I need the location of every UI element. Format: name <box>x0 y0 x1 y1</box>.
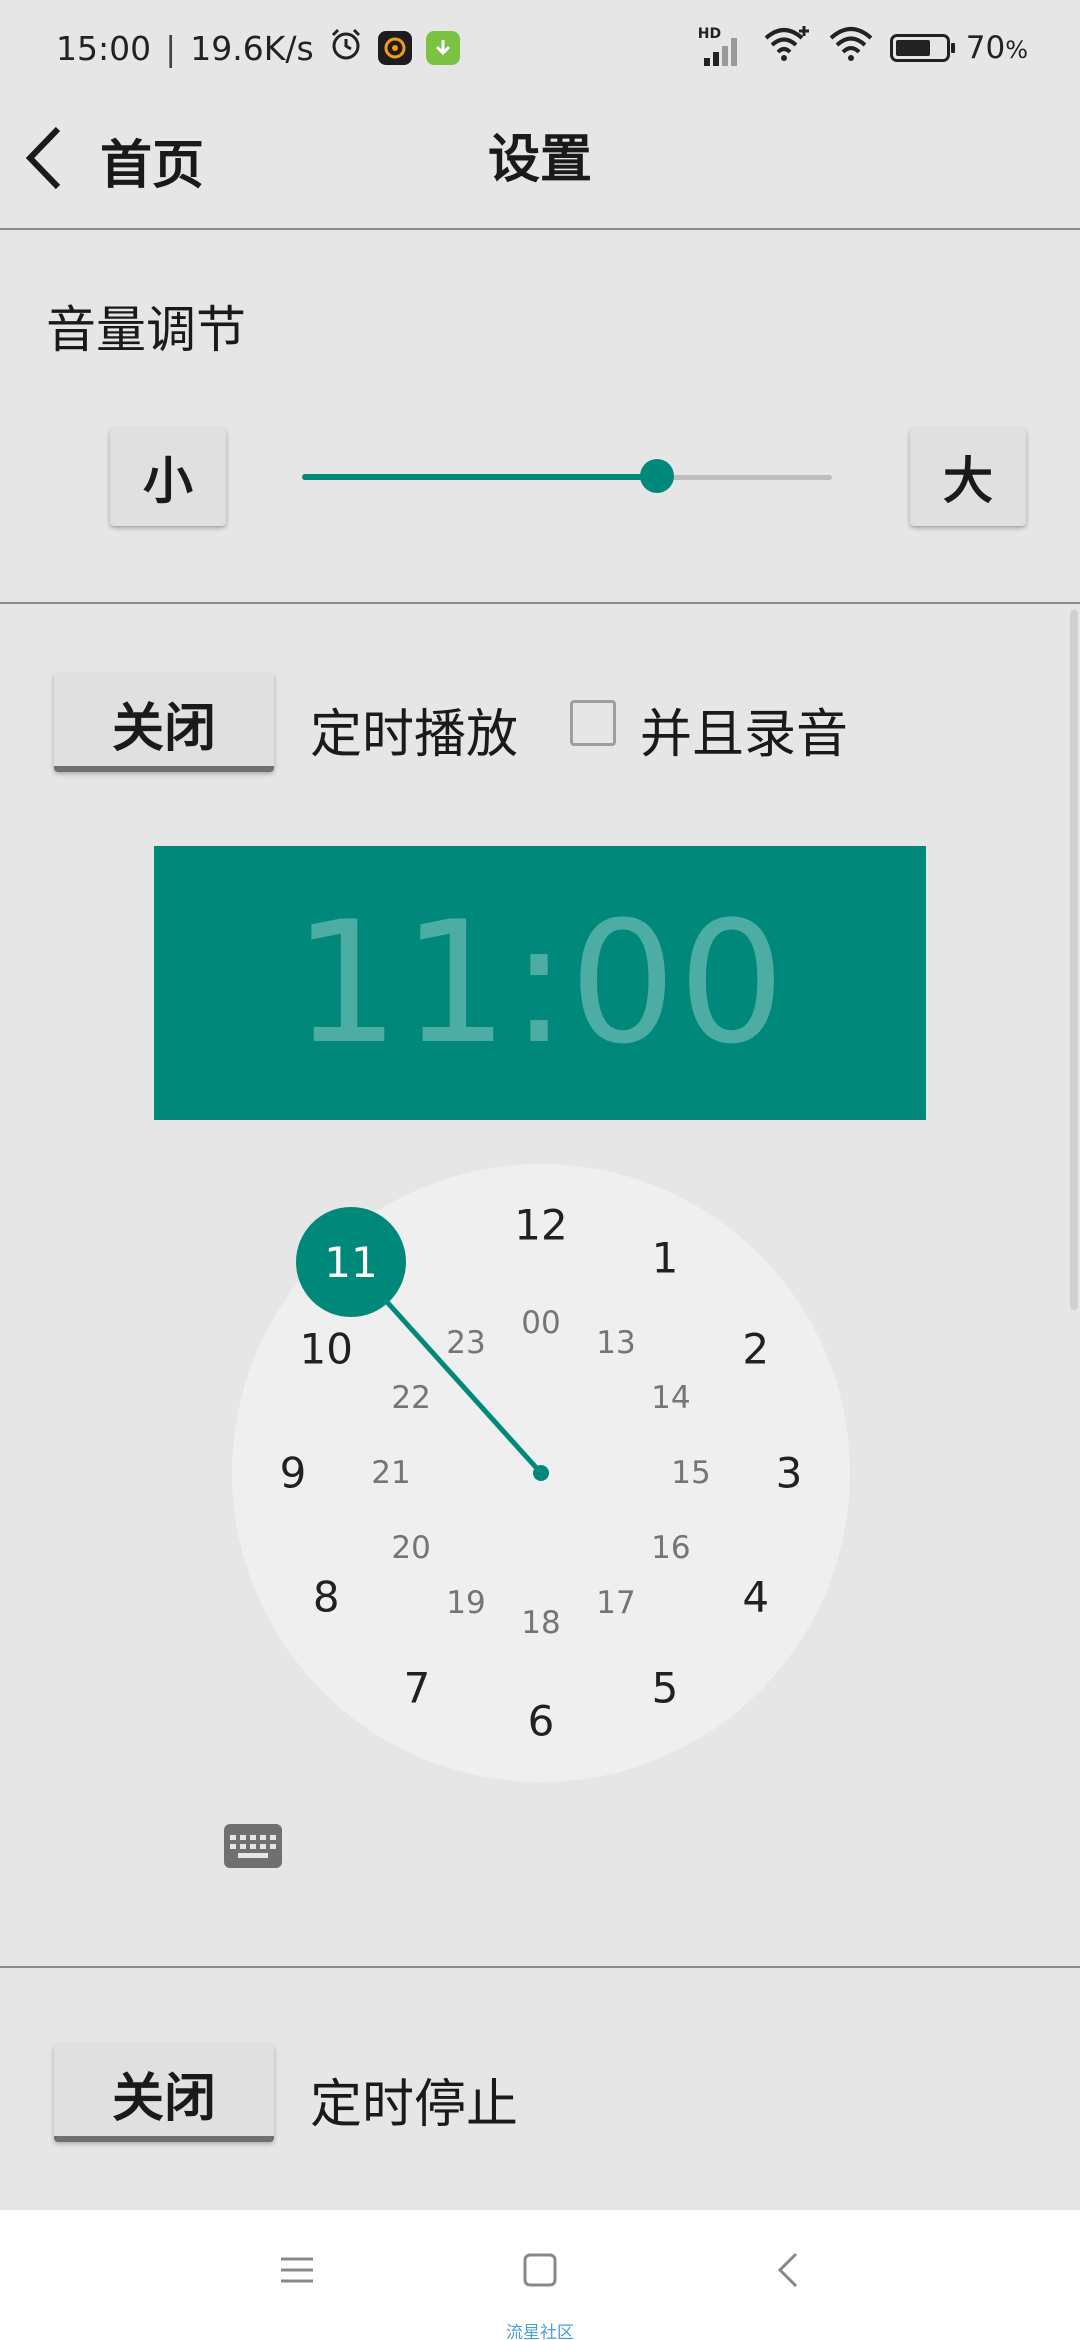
battery-icon <box>889 34 955 62</box>
timed-play-label: 定时播放 <box>310 705 519 765</box>
alarm-icon <box>328 26 364 70</box>
keyboard-icon[interactable] <box>224 1824 282 1868</box>
timed-stop-section: 关闭 定时停止 <box>0 1966 1080 2212</box>
keyboard-key <box>230 1843 236 1849</box>
keyboard-key <box>270 1843 276 1849</box>
selected-hour[interactable]: 11 <box>296 1207 406 1317</box>
cellular-signal-icon: HD <box>698 26 746 68</box>
back-button[interactable]: 首页 <box>22 120 204 200</box>
settings-screen: 15:00 | 19.6K/s HD 70% 设置 首页 音量调节 小 大 关闭… <box>0 0 1080 2340</box>
clock-hour-inner-00[interactable]: 00 <box>521 1305 560 1341</box>
timed-play-toggle-button[interactable]: 关闭 <box>54 674 274 772</box>
volume-increase-button[interactable]: 大 <box>910 428 1026 526</box>
clock-hour-1[interactable]: 1 <box>652 1234 679 1283</box>
wifi-plus-icon <box>762 24 812 72</box>
keyboard-spacebar <box>238 1852 268 1858</box>
keyboard-key <box>250 1834 256 1840</box>
system-nav-bar: 流星社区 <box>0 2210 1080 2340</box>
volume-section: 音量调节 小 大 <box>0 230 1080 604</box>
keyboard-key <box>260 1834 266 1840</box>
keyboard-key <box>250 1843 256 1849</box>
slider-thumb[interactable] <box>640 459 674 493</box>
battery-fill <box>895 40 930 56</box>
record-checkbox[interactable] <box>570 700 616 746</box>
keyboard-row <box>230 1834 276 1840</box>
clock-hour-inner-15[interactable]: 15 <box>671 1455 710 1491</box>
watermark: 流星社区 <box>506 2323 574 2340</box>
clock-hour-9[interactable]: 9 <box>280 1449 307 1498</box>
timed-stop-toggle-button[interactable]: 关闭 <box>54 2044 274 2142</box>
clock-hour-inner-21[interactable]: 21 <box>371 1455 410 1491</box>
clock-hour-12[interactable]: 12 <box>514 1201 567 1250</box>
clock-hour-inner-17[interactable]: 17 <box>596 1585 635 1621</box>
header: 设置 首页 <box>0 96 1080 230</box>
time-display[interactable]: 11:00 <box>154 846 926 1120</box>
slider-fill <box>302 474 657 480</box>
clock-hour-7[interactable]: 7 <box>404 1663 431 1712</box>
keyboard-row <box>230 1843 276 1849</box>
record-label: 并且录音 <box>640 705 849 765</box>
clock-hour-inner-20[interactable]: 20 <box>391 1530 430 1566</box>
home-icon[interactable] <box>500 2240 580 2300</box>
app-notification-icon <box>377 31 412 65</box>
volume-label: 音量调节 <box>46 301 246 359</box>
clock-hour-inner-13[interactable]: 13 <box>596 1325 635 1361</box>
status-separator: | <box>165 28 177 68</box>
clock-hour-6[interactable]: 6 <box>528 1697 555 1746</box>
keyboard-key <box>270 1834 276 1840</box>
battery-value: 70 <box>965 30 1006 66</box>
keyboard-key <box>240 1843 246 1849</box>
clock-hour-inner-22[interactable]: 22 <box>391 1380 430 1416</box>
back-label: 首页 <box>100 135 205 196</box>
clock-hour-inner-18[interactable]: 18 <box>521 1605 560 1641</box>
clock-hour-8[interactable]: 8 <box>313 1573 340 1622</box>
clock-hour-inner-16[interactable]: 16 <box>651 1530 690 1566</box>
status-right: HD 70% <box>698 22 1028 74</box>
volume-decrease-button[interactable]: 小 <box>110 428 226 526</box>
clock-hour-inner-19[interactable]: 19 <box>446 1585 485 1621</box>
network-speed: 19.6K/s <box>190 28 314 68</box>
battery-unit: % <box>1005 36 1028 64</box>
status-time: 15:00 <box>56 28 152 68</box>
clock-center-dot <box>533 1465 549 1481</box>
clock-hour-2[interactable]: 2 <box>742 1325 769 1374</box>
volume-slider[interactable] <box>302 459 832 493</box>
clock-hour-4[interactable]: 4 <box>742 1573 769 1622</box>
keyboard-row <box>238 1852 268 1858</box>
clock-hour-10[interactable]: 10 <box>299 1325 352 1374</box>
clock-hour-inner-14[interactable]: 14 <box>651 1380 690 1416</box>
keyboard-key <box>260 1843 266 1849</box>
clock-hour-inner-23[interactable]: 23 <box>446 1325 485 1361</box>
timed-stop-label: 定时停止 <box>310 2075 519 2135</box>
keyboard-key <box>230 1834 236 1840</box>
timed-play-section: 关闭 定时播放 并且录音 11:00 12 1 2 3 4 5 6 7 8 9 10 00 13 14 15… <box>0 604 1080 1968</box>
status-bar: 15:00 | 19.6K/s HD 70% <box>0 0 1080 96</box>
download-icon <box>425 31 460 65</box>
clock-hour-3[interactable]: 3 <box>776 1449 803 1498</box>
keyboard-key <box>240 1834 246 1840</box>
menu-icon[interactable] <box>257 2240 337 2300</box>
time-display-text: 11:00 <box>292 885 788 1081</box>
battery-percentage: 70% <box>966 30 1028 66</box>
clock-dial[interactable]: 12 1 2 3 4 5 6 7 8 9 10 00 13 14 15 16 17 18 19 20 21 22 23 11 <box>232 1164 850 1782</box>
clock-hour-5[interactable]: 5 <box>652 1663 679 1712</box>
scrollbar[interactable] <box>1070 610 1078 1310</box>
chevron-left-icon <box>22 123 66 197</box>
status-left: 15:00 | 19.6K/s <box>56 22 460 74</box>
wifi-icon <box>828 24 874 72</box>
back-icon[interactable] <box>748 2240 828 2300</box>
